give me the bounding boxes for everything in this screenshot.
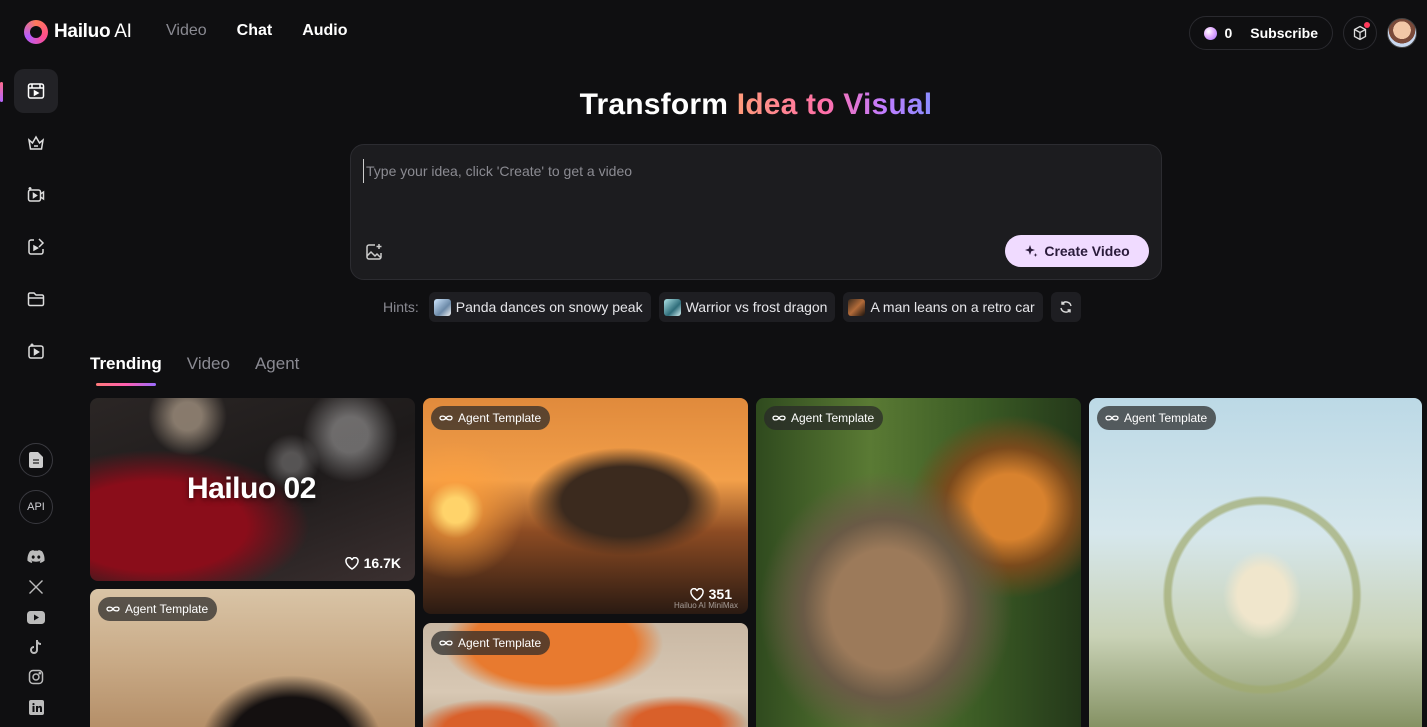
feed-card[interactable]: Agent Template 351 Hailuo AI MiniMax [423,398,748,614]
watermark: Hailuo AI MiniMax [673,601,738,610]
feed-tabs: Trending Video Agent [90,354,299,386]
tab-video[interactable]: Video [187,354,230,386]
notification-dot [1364,22,1370,28]
linkedin-icon [28,699,44,715]
agent-template-badge: Agent Template [764,406,884,430]
avatar[interactable] [1387,18,1417,48]
sparkle-icon [1025,245,1038,257]
card-title: Hailuo 02 [187,472,316,505]
credits-subscribe-button[interactable]: 0 Subscribe [1188,16,1333,50]
like-count[interactable]: 16.7K [344,555,401,571]
logo-icon [24,20,48,44]
create-video-label: Create Video [1044,243,1130,259]
image-to-video-icon [28,238,45,255]
tab-trending[interactable]: Trending [90,354,162,386]
heart-icon [689,587,704,601]
create-video-button[interactable]: Create Video [1005,235,1149,267]
sidebar-item-premium[interactable] [14,121,58,165]
refresh-hints-button[interactable] [1050,292,1081,322]
discord-icon [27,550,45,563]
hints-bar: Hints: Panda dances on snowy peak Warrio… [383,292,1081,322]
image-add-icon [366,244,382,260]
infinity-icon [772,415,786,421]
x-link[interactable] [26,577,46,597]
discord-link[interactable] [26,547,46,567]
nav-video[interactable]: Video [166,22,207,40]
nav-audio[interactable]: Audio [302,22,347,40]
brand-logo[interactable]: Hailuo AI [24,20,132,44]
account-area: 0 Subscribe [1188,16,1417,50]
hint-thumbnail [663,298,681,316]
sidebar: API [0,64,72,727]
hint-chip[interactable]: Panda dances on snowy peak [428,292,651,322]
gem-icon [1203,26,1217,40]
hint-chip[interactable]: A man leans on a retro car [843,292,1043,322]
tab-agent[interactable]: Agent [255,354,299,386]
youtube-icon [27,610,45,624]
feed-card-hailuo-02[interactable]: Hailuo 02 16.7K [90,398,415,581]
linkedin-link[interactable] [26,697,46,717]
hint-thumbnail [848,298,866,316]
subscribe-label: Subscribe [1250,25,1318,41]
top-bar: Hailuo AI Video Chat Audio 0 Subscribe [0,0,1427,64]
image-upload-button[interactable] [363,241,385,263]
hints-label: Hints: [383,299,419,315]
instagram-link[interactable] [26,667,46,687]
feed-card[interactable]: Agent Template [90,589,415,727]
nav-chat[interactable]: Chat [237,22,273,40]
page-title: Transform Idea to Visual [579,88,933,121]
youtube-link[interactable] [26,607,46,627]
sidebar-item-text-to-video[interactable] [14,173,58,217]
agent-template-badge: Agent Template [431,406,551,430]
clip-icon [28,343,44,359]
heart-icon [344,556,359,570]
hint-text: Panda dances on snowy peak [455,299,643,315]
agent-template-badge: Agent Template [431,631,551,655]
folder-icon [27,292,45,307]
main-nav: Video Chat Audio [166,22,348,40]
infinity-icon [439,415,453,421]
sidebar-item-assets[interactable] [14,277,58,321]
feed-card[interactable]: Agent Template [1089,398,1422,727]
infinity-icon [1105,415,1119,421]
sidebar-docs-button[interactable] [19,443,53,477]
video-plus-icon [27,187,45,202]
hint-chip[interactable]: Warrior vs frost dragon [658,292,836,322]
hint-thumbnail [433,298,451,316]
app-root: Hailuo AI Video Chat Audio 0 Subscribe A… [0,0,1427,727]
hint-text: A man leans on a retro car [870,299,1035,315]
instagram-icon [28,669,44,685]
sidebar-api-button[interactable]: API [19,490,53,524]
prompt-input[interactable] [363,159,1143,183]
sidebar-item-clips[interactable] [14,329,58,373]
x-icon [29,580,43,594]
sidebar-item-image-to-video[interactable] [14,225,58,269]
document-icon [29,452,43,468]
feed-card[interactable]: Agent Template [756,398,1081,727]
infinity-icon [439,640,453,646]
feed-card[interactable]: Agent Template [423,623,748,727]
like-count[interactable]: 351 [689,586,732,602]
prompt-panel: Create Video [350,144,1162,280]
tiktok-link[interactable] [26,637,46,657]
agent-template-badge: Agent Template [98,597,218,621]
crown-icon [27,135,45,150]
notifications-button[interactable] [1343,16,1377,50]
agent-template-badge: Agent Template [1097,406,1217,430]
infinity-icon [106,606,120,612]
refresh-icon [1059,301,1072,313]
hint-text: Warrior vs frost dragon [685,299,828,315]
brand-name: Hailuo AI [54,21,132,42]
credits-count: 0 [1224,25,1233,41]
tiktok-icon [30,640,42,654]
